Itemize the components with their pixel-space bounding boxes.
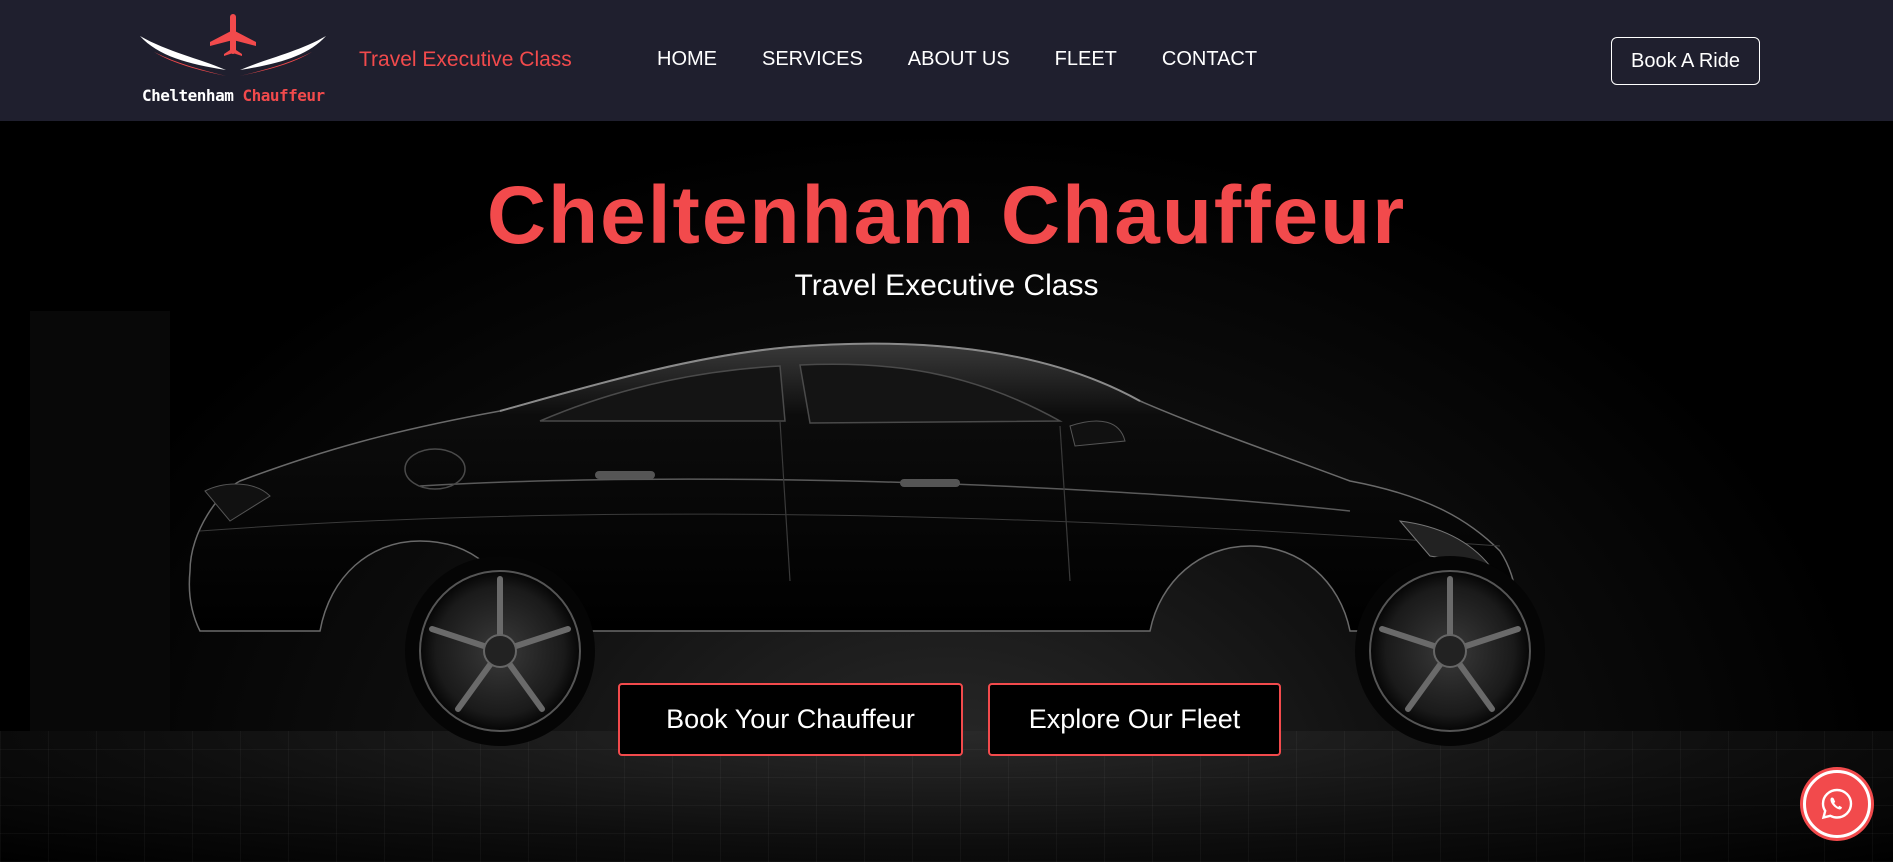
logo-text-cheltenham: Cheltenham [142,86,234,105]
hero-title: Cheltenham Chauffeur [486,170,1407,261]
whatsapp-chat-button[interactable] [1803,770,1871,838]
nav-contact[interactable]: CONTACT [1162,48,1257,71]
header-tagline: Travel Executive Class [359,48,572,71]
hero-subtitle: Travel Executive Class [794,269,1099,302]
plane-wings-logo-icon [140,14,326,80]
site-logo[interactable]: Cheltenham Chauffeur [138,12,328,108]
whatsapp-icon [1821,788,1853,820]
main-nav: HOME SERVICES ABOUT US FLEET CONTACT [657,48,1257,71]
logo-wordmark: Cheltenham Chauffeur [142,86,332,105]
logo-text-chauffeur: Chauffeur [242,86,325,105]
book-your-chauffeur-button[interactable]: Book Your Chauffeur [618,683,963,756]
nav-services[interactable]: SERVICES [762,48,863,71]
site-header: Cheltenham Chauffeur Travel Executive Cl… [0,0,1893,121]
page: Cheltenham Chauffeur Travel Executive Cl… [0,0,1893,862]
hero-section: Cheltenham Chauffeur Travel Executive Cl… [0,121,1893,862]
nav-home[interactable]: HOME [657,48,717,71]
nav-fleet[interactable]: FLEET [1055,48,1117,71]
explore-our-fleet-button[interactable]: Explore Our Fleet [988,683,1281,756]
nav-about-us[interactable]: ABOUT US [908,48,1010,71]
book-a-ride-button[interactable]: Book A Ride [1611,37,1760,85]
